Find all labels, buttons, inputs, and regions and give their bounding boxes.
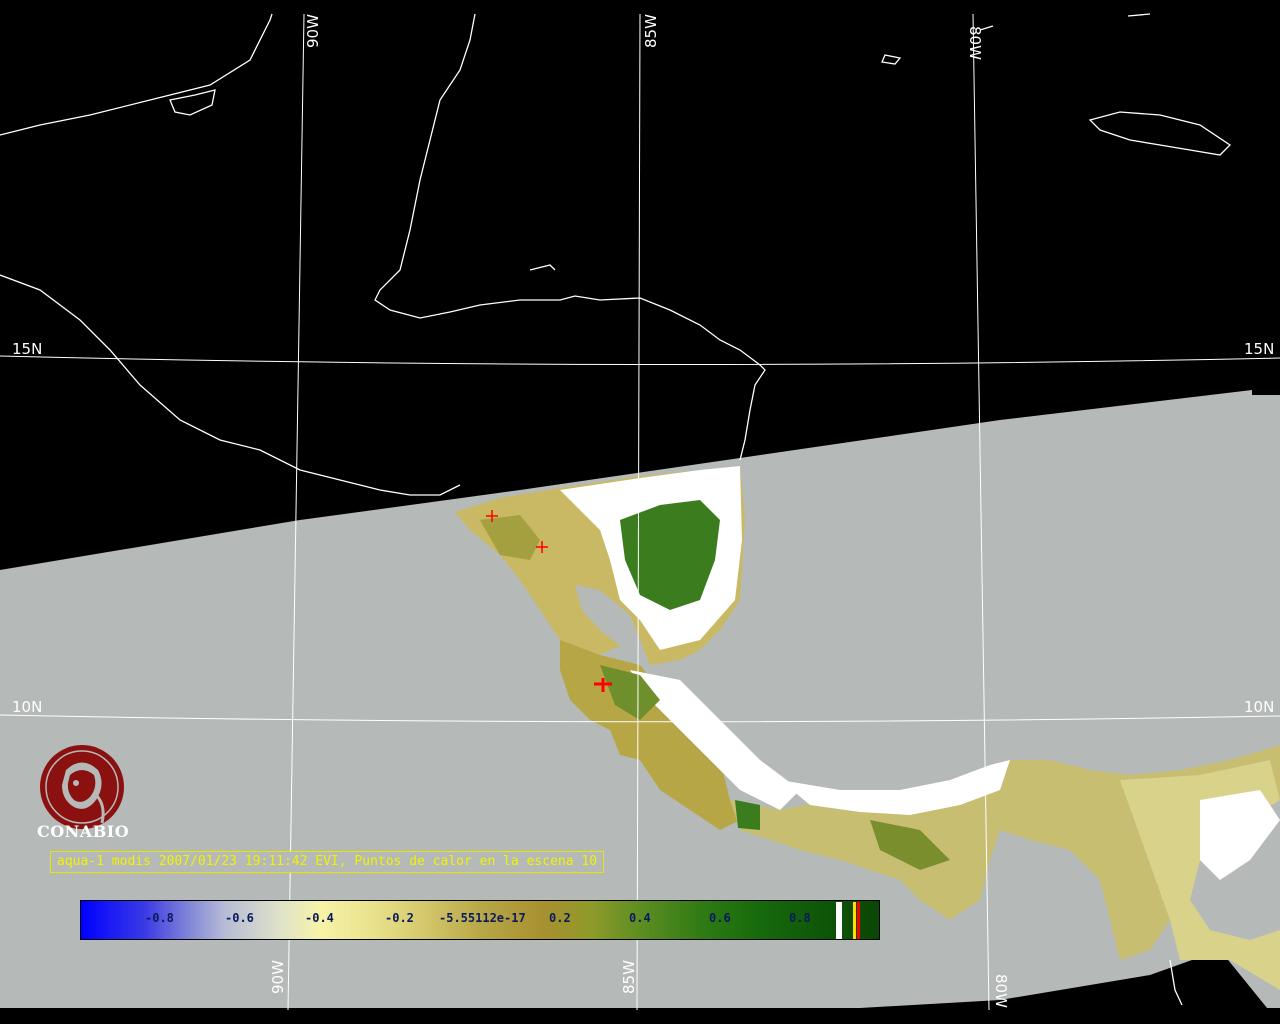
scale-tick: 0.6 <box>709 911 731 925</box>
evi-color-scale: -0.8 -0.6 -0.4 -0.2 -5.55112e-17 0.2 0.4… <box>80 900 880 940</box>
scale-tick: 0.2 <box>549 911 571 925</box>
scale-tick: -5.55112e-17 <box>439 911 526 925</box>
satellite-map-view: 90W 85W 80W 90W 85W 80W 15N 10N 15N 10N … <box>0 0 1280 1024</box>
lon-label-bottom-80w: 80W <box>992 974 1010 1008</box>
lon-label-top-85w: 85W <box>642 14 660 48</box>
hotspot-red-swatch <box>857 902 860 939</box>
lon-label-bottom-85w: 85W <box>620 960 638 994</box>
hotspot-yellow-swatch <box>853 902 856 939</box>
scale-tick: -0.6 <box>225 911 254 925</box>
lon-label-bottom-90w: 90W <box>269 960 287 994</box>
lat-label-right-10n: 10N <box>1244 698 1274 716</box>
lon-label-top-90w: 90W <box>304 14 322 48</box>
logo-text: CONABIO <box>37 822 130 841</box>
scale-tick: 0.4 <box>629 911 651 925</box>
lat-label-right-15n: 15N <box>1244 340 1274 358</box>
lat-label-left-10n: 10N <box>12 698 42 716</box>
lon-label-top-80w: 80W <box>966 26 984 60</box>
scale-tick: 0.8 <box>789 911 811 925</box>
lat-label-left-15n: 15N <box>12 340 42 358</box>
scene-caption: aqua-1 modis 2007/01/23 19:11:42 EVI, Pu… <box>50 851 605 873</box>
cloud-color-swatch <box>836 902 842 939</box>
scale-tick: -0.8 <box>145 911 174 925</box>
scale-tick: -0.2 <box>385 911 414 925</box>
scale-tick: -0.4 <box>305 911 334 925</box>
bottom-strip <box>0 1008 1280 1024</box>
